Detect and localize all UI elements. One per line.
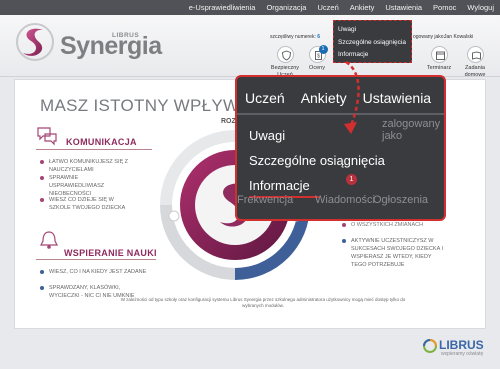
nav-wyloguj[interactable]: Wyloguj [467, 3, 494, 12]
librus-logo-icon [423, 339, 437, 353]
bullet-komunikacja-2: SPRAWNIE USPRAWIEDLIWIASZ NIEOBECNOŚCI [40, 174, 134, 198]
bullet-komunikacja-1: ŁATWO KOMUNIKUJESZ SIĘ Z NAUCZYCIELAMI [40, 158, 159, 174]
tool-label: Oceny [309, 65, 325, 71]
bullet-right-1: O WSZYSTKICH ZMIANACH [342, 221, 446, 229]
shield-icon [281, 50, 291, 61]
callout-behind-tab-wiadomosci: Wiadomości [315, 194, 375, 206]
nav-ustawienia[interactable]: Ustawienia [385, 3, 422, 12]
footnote: W zależności od typu szkoły oraz konfigu… [120, 297, 406, 308]
pointer-arrow-icon [344, 60, 360, 134]
section-divider [36, 259, 156, 260]
nav-e-usprawiedliwienia[interactable]: e-Usprawiedliwienia [189, 3, 256, 12]
dropdown-item-uwagi[interactable]: Uwagi [338, 26, 356, 33]
footer-tagline: wspieramy oświatę [441, 351, 484, 357]
nav-uczen[interactable]: Uczeń [317, 3, 338, 12]
dropdown-item-szczegolne-osiagniecia[interactable]: Szczególne osiągnięcia [338, 39, 406, 46]
callout-menu-ustawienia[interactable]: Ustawienia [363, 90, 431, 106]
callout-item-informacje[interactable]: Informacje [249, 178, 310, 193]
top-bar: e-Usprawiedliwienia Organizacja Uczeń An… [0, 0, 500, 15]
uczen-dropdown-small: Uwagi Szczególne osiągnięcia Informacje [333, 20, 412, 63]
bullet-wspieranie-1: WIESZ, CO I NA KIEDY JEST ZADANE [40, 268, 159, 276]
callout-item-szczegolne-osiagniecia[interactable]: Szczególne osiągnięcia [249, 153, 385, 168]
footer-brand: LIBRUS [439, 338, 484, 352]
bullet-right-2: AKTYWNIE UCZESTNICZYSZ W SUKCESACH SWOJE… [342, 237, 446, 269]
calendar-icon [435, 51, 445, 60]
tool-bezpieczny-uczen[interactable]: Bezpieczny Uczeń [268, 46, 302, 78]
callout-menu: Uczeń Ankiety Ustawienia [245, 90, 431, 106]
dropdown-item-informacje[interactable]: Informacje [338, 51, 368, 58]
nav-ankiety[interactable]: Ankiety [350, 3, 375, 12]
login-info-partial: ogowany jako: [413, 34, 445, 40]
section-title-wspieranie-nauki: WSPIERANIE NAUKI [64, 248, 157, 258]
section-title-komunikacja: KOMUNIKACJA [66, 137, 137, 147]
tool-zadania-domowe[interactable]: Zadania domowe [458, 46, 492, 78]
grades-badge: 1 [318, 45, 328, 54]
tool-oceny[interactable]: $1 Oceny [300, 45, 334, 72]
callout-behind-tab-frekwencja: Frekwencja [237, 194, 294, 206]
tool-label: Zadania domowe [464, 65, 486, 78]
callout-behind-badge: 1 [346, 174, 357, 185]
nav-organizacja[interactable]: Organizacja [266, 3, 306, 12]
nav-pomoc[interactable]: Pomoc [433, 3, 456, 12]
tool-label: Terminarz [426, 65, 452, 71]
callout-item-uwagi[interactable]: Uwagi [249, 128, 285, 143]
bell-icon [40, 231, 58, 249]
user-name-partial: Jan Kowalski [444, 34, 474, 40]
callout-behind-tab-ogloszenia: Ogłoszenia [373, 194, 429, 206]
logo-brand[interactable]: Synergia [60, 32, 162, 61]
top-nav: e-Usprawiedliwienia Organizacja Uczeń An… [189, 0, 494, 15]
lucky-number: szczęśliwy numerek: 6 [270, 34, 321, 40]
app-window: e-Usprawiedliwienia Organizacja Uczeń An… [0, 0, 500, 369]
section-divider [36, 149, 152, 150]
synergia-logo-icon[interactable] [15, 21, 55, 63]
bullet-komunikacja-3: WIESZ CO DZIEJE SIĘ W SZKOLE TWOJEGO DZI… [40, 196, 134, 212]
speech-bubbles-icon [37, 127, 57, 146]
callout-behind-login-text: zalogowany jako [382, 118, 441, 142]
header: LIBRUS Synergia szczęśliwy numerek: 6 og… [0, 15, 500, 78]
callout-menu-uczen[interactable]: Uczeń [245, 90, 285, 106]
homework-icon [471, 51, 481, 60]
tool-terminarz[interactable]: Terminarz [422, 46, 456, 72]
svg-text:$: $ [317, 54, 320, 60]
